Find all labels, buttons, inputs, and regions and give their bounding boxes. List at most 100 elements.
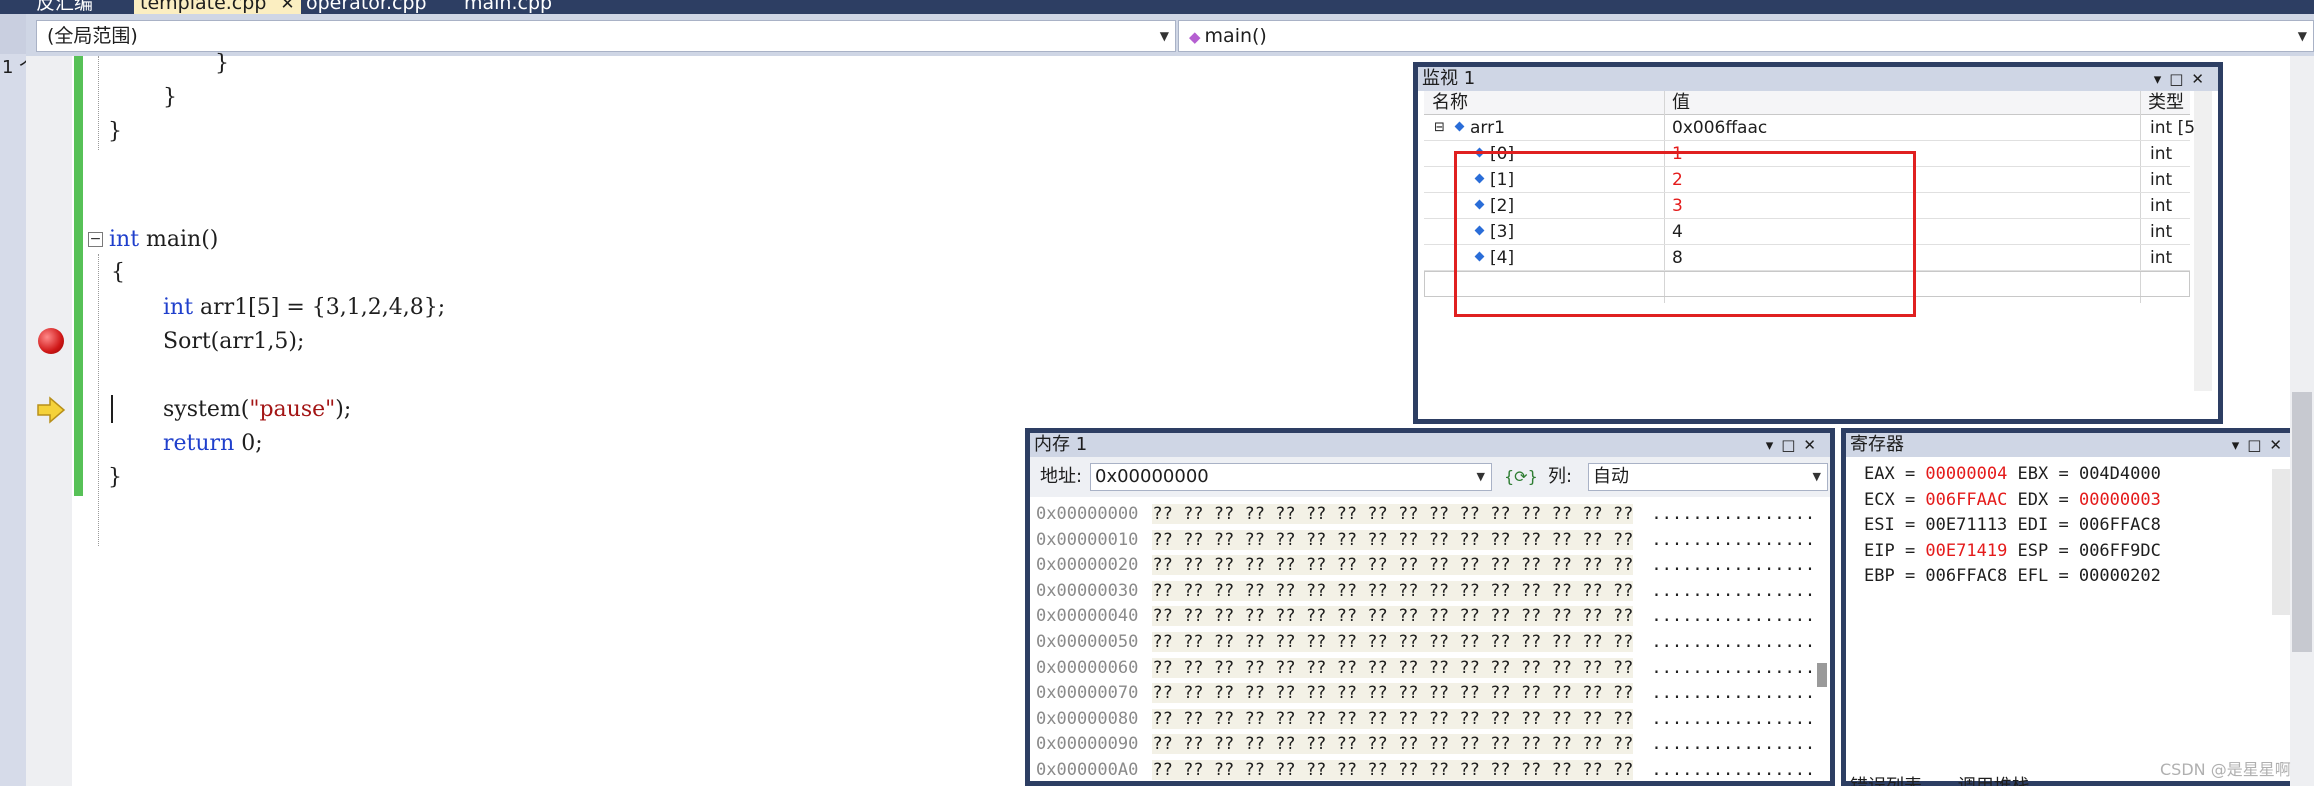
header-name[interactable]: 名称 [1432, 91, 1468, 115]
memory-row[interactable]: 0x000000A0 ?? ?? ?? ?? ?? ?? ?? ?? ?? ?? … [1036, 757, 1815, 783]
memory-ascii: ................ [1651, 504, 1816, 524]
function-value: main() [1204, 25, 1267, 47]
columns-value: 自动 [1593, 466, 1629, 487]
keyword: int [109, 227, 140, 252]
header-value[interactable]: 值 [1672, 91, 1690, 115]
tab-template-cpp[interactable]: template.cpp ✕ [134, 0, 301, 14]
memory-row[interactable]: 0x00000020 ?? ?? ?? ?? ?? ?? ?? ?? ?? ?? … [1036, 552, 1815, 578]
chevron-down-icon[interactable]: ▼ [1813, 464, 1821, 490]
chevron-down-icon: ▼ [1159, 29, 1169, 43]
memory-address: 0x00000010 [1036, 529, 1139, 550]
code-text: main() [139, 227, 219, 252]
memory-row[interactable]: 0x00000090 ?? ?? ?? ?? ?? ?? ?? ?? ?? ?? … [1036, 731, 1815, 757]
vertical-scrollbar[interactable] [2194, 91, 2212, 391]
watch-window: 监视 1 ▾□✕ 名称 值 类型 ⊟ arr1 0x006ffaac int [… [1413, 62, 2223, 424]
tab-operator-cpp[interactable]: operator.cpp [300, 0, 433, 14]
memory-address: 0x00000030 [1036, 580, 1139, 601]
dropdown-icon[interactable]: ▾ [1766, 436, 1782, 454]
memory-ascii: ................ [1651, 734, 1816, 755]
tab-label: 反汇编 [36, 0, 94, 14]
function-dropdown[interactable]: ◆ main() ▼ [1178, 20, 2314, 52]
close-icon[interactable]: ✕ [280, 0, 294, 14]
memory-row[interactable]: 0x00000070 ?? ?? ?? ?? ?? ?? ?? ?? ?? ?? … [1036, 680, 1815, 706]
scope-value: (全局范围) [47, 25, 138, 47]
memory-row[interactable]: 0x00000010 ?? ?? ?? ?? ?? ?? ?? ?? ?? ?? … [1036, 527, 1815, 553]
scope-dropdown[interactable]: (全局范围) ▼ [36, 20, 1176, 52]
window-buttons: ▾□✕ [2154, 67, 2212, 91]
breakpoint-icon[interactable] [38, 328, 64, 354]
registers-title: 寄存器 [1850, 434, 1904, 455]
memory-bytes: ?? ?? ?? ?? ?? ?? ?? ?? ?? ?? ?? ?? ?? ?… [1152, 632, 1634, 652]
window-buttons: ▾□✕ [2232, 433, 2290, 457]
memory-address: 0x00000050 [1036, 632, 1139, 652]
row-name: arr1 [1454, 115, 1505, 141]
scrollbar-thumb[interactable] [2292, 392, 2312, 652]
tab-error-list[interactable]: 错误列表 [1850, 776, 1922, 786]
collapse-icon[interactable]: ⊟ [1434, 115, 1445, 141]
indent-guide [98, 254, 99, 546]
watermark: CSDN @是星星啊 [2160, 760, 2291, 779]
tab-disassembly[interactable]: 反汇编 [30, 0, 99, 14]
address-input[interactable]: 0x00000000 ▼ [1090, 463, 1492, 491]
memory-row[interactable]: 0x00000040 ?? ?? ?? ?? ?? ?? ?? ?? ?? ?? … [1036, 603, 1815, 629]
register-text: EAX = [1864, 464, 1926, 484]
maximize-icon[interactable]: □ [1781, 436, 1803, 454]
watch-row[interactable]: ⊟ arr1 0x006ffaac int [5] [1424, 115, 2202, 141]
row-type: int [2150, 144, 2173, 164]
maximize-icon[interactable]: □ [2247, 436, 2269, 454]
tab-call-stack[interactable]: 调用堆栈 [1958, 776, 2030, 786]
close-icon[interactable]: ✕ [2191, 70, 2212, 88]
memory-row[interactable]: 0x00000030 ?? ?? ?? ?? ?? ?? ?? ?? ?? ?? … [1036, 578, 1815, 604]
close-icon[interactable]: ✕ [1803, 436, 1824, 454]
row-type: int [2150, 196, 2173, 216]
tab-main-cpp[interactable]: main.cpp [458, 0, 558, 14]
memory-title-bar[interactable]: 内存 1 ▾□✕ [1030, 433, 1830, 457]
close-icon[interactable]: ✕ [2269, 436, 2290, 454]
string-literal: "pause" [249, 397, 336, 422]
register-text: EBX = 004D4000 [2007, 464, 2161, 484]
memory-address: 0x00000020 [1036, 555, 1139, 576]
highlight-box [1454, 151, 1916, 317]
maximize-icon[interactable]: □ [2169, 70, 2191, 88]
scrollbar-thumb[interactable] [1817, 663, 1827, 687]
memory-ascii: ................ [1651, 555, 1816, 576]
memory-row[interactable]: 0x00000060 ?? ?? ?? ?? ?? ?? ?? ?? ?? ?? … [1036, 655, 1815, 681]
columns-dropdown[interactable]: 自动 ▼ [1588, 463, 1828, 491]
system-call: system("pause"); [163, 396, 351, 424]
function-icon: ◆ [1189, 28, 1201, 46]
code-line: } [108, 465, 122, 490]
address-label: 地址: [1040, 466, 1083, 487]
register-line: EIP = 00E71419 ESP = 006FF9DC [1864, 538, 2161, 564]
dropdown-icon[interactable]: ▾ [2154, 70, 2170, 88]
dropdown-icon[interactable]: ▾ [2232, 436, 2248, 454]
watch-title-bar[interactable]: 监视 1 ▾□✕ [1418, 67, 2218, 91]
memory-row[interactable]: 0x00000050 ?? ?? ?? ?? ?? ?? ?? ?? ?? ?? … [1036, 629, 1815, 655]
code-line: { [111, 260, 125, 285]
memory-ascii: ................ [1651, 760, 1816, 780]
row-type: int [2150, 222, 2173, 242]
registers-window: 寄存器 ▾□✕ EAX = 00000004 EBX = 004D4000 ECX… [1841, 428, 2301, 786]
memory-address: 0x00000000 [1036, 504, 1139, 524]
chevron-down-icon: ▼ [2297, 29, 2307, 43]
array-declaration: int arr1[5] = {3,1,2,4,8}; [163, 294, 445, 322]
window-buttons: ▾□✕ [1766, 433, 1824, 457]
memory-window: 内存 1 ▾□✕ 地址: 0x00000000 ▼ {⟳} 列: 自动 ▼ 0x… [1025, 428, 1835, 786]
memory-bytes: ?? ?? ?? ?? ?? ?? ?? ?? ?? ?? ?? ?? ?? ?… [1152, 734, 1634, 755]
memory-row[interactable]: 0x00000000 ?? ?? ?? ?? ?? ?? ?? ?? ?? ?? … [1036, 501, 1815, 527]
registers-title-bar[interactable]: 寄存器 ▾□✕ [1846, 433, 2296, 457]
vertical-scrollbar[interactable] [2272, 469, 2292, 615]
chevron-down-icon[interactable]: ▼ [1477, 464, 1485, 490]
reevaluate-icon[interactable]: {⟳} [1504, 457, 1538, 497]
address-value: 0x00000000 [1095, 466, 1209, 487]
collapse-toggle-icon[interactable]: − [88, 232, 103, 247]
register-text: ESP = 006FF9DC [2007, 540, 2161, 561]
memory-row[interactable]: 0x00000080 ?? ?? ?? ?? ?? ?? ?? ?? ?? ?? … [1036, 706, 1815, 732]
memory-title: 内存 1 [1034, 434, 1088, 455]
memory-ascii: ................ [1651, 657, 1816, 678]
header-type[interactable]: 类型 [2148, 91, 2184, 115]
memory-address: 0x00000070 [1036, 683, 1139, 704]
toolbox-tab[interactable] [0, 14, 26, 54]
editor-vertical-scrollbar[interactable] [2290, 56, 2314, 786]
memory-ascii: ................ [1651, 529, 1816, 550]
memory-bytes: ?? ?? ?? ?? ?? ?? ?? ?? ?? ?? ?? ?? ?? ?… [1152, 657, 1634, 678]
